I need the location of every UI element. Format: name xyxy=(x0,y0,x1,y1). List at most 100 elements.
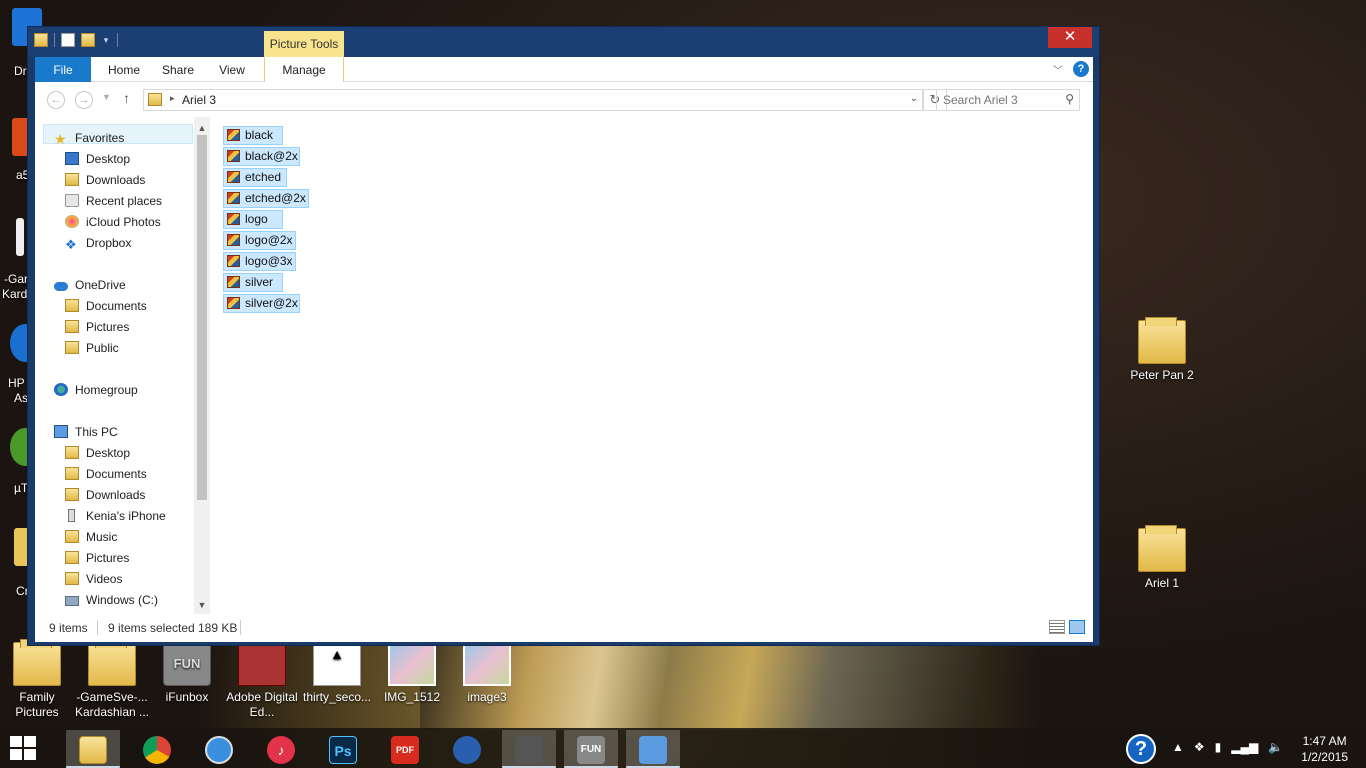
taskbar-itunes[interactable]: ♪ xyxy=(254,730,308,768)
taskbar-chrome[interactable] xyxy=(130,730,184,768)
nav-label: iCloud Photos xyxy=(86,215,161,229)
search-input[interactable] xyxy=(937,90,1055,110)
nav-label: OneDrive xyxy=(75,278,126,292)
list-item[interactable]: black@2x xyxy=(223,147,300,166)
list-item[interactable]: etched xyxy=(223,168,287,187)
forward-button[interactable]: → xyxy=(75,91,93,109)
desktop-icon-adobe-digital-editions[interactable]: Adobe Digital Ed... xyxy=(222,642,302,720)
search-box[interactable]: ⚲ xyxy=(936,89,1080,111)
desktop-icon-thirty-seconds[interactable]: ▲ thirty_seco... xyxy=(297,642,377,705)
chevron-down-icon[interactable]: ▾ xyxy=(101,33,111,47)
expand-ribbon-icon[interactable]: ﹀ xyxy=(1053,62,1063,77)
scroll-up-icon[interactable]: ▲ xyxy=(194,121,210,135)
close-button[interactable]: ✕ xyxy=(1048,27,1092,48)
properties-icon[interactable] xyxy=(61,33,75,47)
list-item[interactable]: logo xyxy=(223,210,283,229)
nav-pc-music[interactable]: Music xyxy=(65,527,117,547)
ifunbox-icon: FUN xyxy=(163,642,211,686)
search-icon[interactable]: ⚲ xyxy=(1065,92,1074,106)
nav-pc-pictures[interactable]: Pictures xyxy=(65,548,129,568)
tab-home[interactable]: Home xyxy=(99,57,149,82)
file-name: etched xyxy=(245,170,282,184)
nav-recent-places[interactable]: Recent places xyxy=(65,191,162,211)
list-item[interactable]: silver xyxy=(223,273,283,292)
nav-onedrive[interactable]: OneDrive xyxy=(54,275,126,295)
folder-icon xyxy=(65,446,79,459)
details-view-icon[interactable] xyxy=(1049,620,1065,634)
nav-onedrive-documents[interactable]: Documents xyxy=(65,296,147,316)
help-icon[interactable]: ? xyxy=(1073,61,1089,77)
nav-pc-documents[interactable]: Documents xyxy=(65,464,147,484)
nav-pc-downloads[interactable]: Downloads xyxy=(65,485,145,505)
tab-manage[interactable]: Manage xyxy=(264,57,344,82)
taskbar-file-explorer[interactable] xyxy=(66,730,120,768)
tab-file[interactable]: File xyxy=(35,57,91,82)
nav-downloads[interactable]: Downloads xyxy=(65,170,145,190)
nav-dropbox[interactable]: ❖ Dropbox xyxy=(65,233,131,253)
recent-places-icon xyxy=(65,194,79,207)
taskbar-ifunbox[interactable]: FUN xyxy=(564,730,618,768)
taskbar-photoshop[interactable]: Ps xyxy=(316,730,370,768)
desktop-icon-ariel-1[interactable]: Ariel 1 xyxy=(1122,525,1202,591)
nav-pc-desktop[interactable]: Desktop xyxy=(65,443,130,463)
nav-pc-windows-c[interactable]: Windows (C:) xyxy=(65,590,158,610)
breadcrumb-arrow-icon[interactable]: ▸ xyxy=(170,93,175,104)
taskbar-safari[interactable] xyxy=(192,730,246,768)
list-item[interactable]: logo@3x xyxy=(223,252,296,271)
recent-locations-icon[interactable]: ▼ xyxy=(102,92,111,102)
new-folder-icon[interactable] xyxy=(81,33,95,47)
tab-share[interactable]: Share xyxy=(153,57,203,82)
nav-scrollbar[interactable]: ▲ ▼ xyxy=(194,117,210,614)
up-button[interactable]: ↑ xyxy=(123,90,130,106)
taskbar-pdf[interactable]: PDF xyxy=(378,730,432,768)
nav-pc-videos[interactable]: Videos xyxy=(65,569,122,589)
folder-icon xyxy=(65,320,79,333)
nav-this-pc[interactable]: This PC xyxy=(54,422,118,442)
desktop-icon-family-pictures[interactable]: Family Pictures xyxy=(0,639,74,720)
desktop-partial-label: -Gar xyxy=(4,272,28,286)
chevron-down-icon[interactable]: ⌄ xyxy=(910,93,918,104)
clock[interactable]: 1:47 AM 1/2/2015 xyxy=(1301,733,1348,765)
back-button[interactable]: ← xyxy=(47,91,65,109)
desktop-icon-image3[interactable]: image3 xyxy=(447,642,527,705)
nav-onedrive-pictures[interactable]: Pictures xyxy=(65,317,129,337)
dropbox-icon[interactable]: ❖ xyxy=(1194,740,1205,754)
help-icon[interactable]: ? xyxy=(1126,734,1156,764)
show-hidden-icons-icon[interactable]: ▲ xyxy=(1172,740,1184,754)
nav-onedrive-public[interactable]: Public xyxy=(65,338,119,358)
battery-icon[interactable]: ▮ xyxy=(1215,740,1222,754)
image-file-icon xyxy=(227,192,240,204)
taskbar-sync[interactable] xyxy=(502,730,556,768)
title-bar[interactable]: ▾ Picture Tools ✕ xyxy=(28,27,1099,57)
large-icons-view-icon[interactable] xyxy=(1069,620,1085,634)
breadcrumb[interactable]: Ariel 3 xyxy=(182,93,216,107)
nav-icloud-photos[interactable]: iCloud Photos xyxy=(65,212,161,232)
desktop-icon-peter-pan-2[interactable]: Peter Pan 2 xyxy=(1122,317,1202,383)
scroll-thumb[interactable] xyxy=(197,135,207,500)
nav-pc-iphone[interactable]: Kenia's iPhone xyxy=(65,506,166,526)
volume-icon[interactable]: 🔈 xyxy=(1268,740,1283,754)
taskbar-control-panel[interactable] xyxy=(626,730,680,768)
desktop-icon-gamesave[interactable]: -GameSve-... Kardashian ... xyxy=(72,639,152,720)
nav-desktop[interactable]: Desktop xyxy=(65,149,130,169)
list-item[interactable]: logo@2x xyxy=(223,231,296,250)
list-item[interactable]: black xyxy=(223,126,283,145)
list-item[interactable]: silver@2x xyxy=(223,294,300,313)
address-bar[interactable]: ▸ Ariel 3 ⌄ xyxy=(143,89,923,111)
scroll-down-icon[interactable]: ▼ xyxy=(194,598,210,612)
nav-label: Kenia's iPhone xyxy=(86,509,166,523)
taskbar-media[interactable] xyxy=(440,730,494,768)
status-separator xyxy=(240,620,241,635)
file-desktop-icon[interactable] xyxy=(16,218,24,256)
image-file-icon xyxy=(227,297,240,309)
tab-view[interactable]: View xyxy=(207,57,257,82)
status-separator xyxy=(97,620,98,635)
desktop-icon-ifunbox[interactable]: FUN iFunbox xyxy=(147,642,227,705)
nav-favorites[interactable]: ★ Favorites xyxy=(54,128,124,148)
start-button[interactable] xyxy=(10,736,38,762)
desktop-icon-img-1512[interactable]: IMG_1512 xyxy=(372,642,452,705)
nav-homegroup[interactable]: Homegroup xyxy=(54,380,138,400)
desktop-icon-label: Peter Pan 2 xyxy=(1130,368,1194,382)
list-item[interactable]: etched@2x xyxy=(223,189,309,208)
network-icon[interactable]: ▂▄▆ xyxy=(1231,740,1258,754)
